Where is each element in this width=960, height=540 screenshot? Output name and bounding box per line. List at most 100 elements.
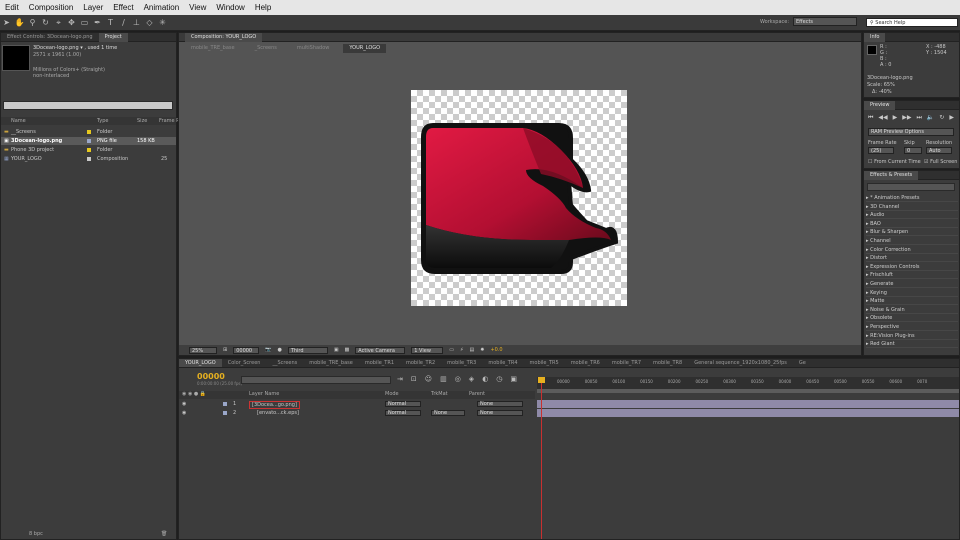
header-mode[interactable]: Mode (385, 391, 399, 397)
exposure-icon[interactable]: ✹ (480, 347, 484, 353)
full-screen-checkbox[interactable]: ☑ Full Screen (924, 159, 957, 165)
toggle-pixel-icon[interactable]: ▭ (449, 347, 454, 353)
project-search-input[interactable] (3, 101, 173, 110)
list-item[interactable]: ▬ Phone 3D project Folder (1, 146, 176, 154)
roi-icon[interactable]: ▣ (334, 347, 339, 353)
layer-name[interactable]: [3Docea...go.png] (249, 401, 300, 409)
timeline-search-input[interactable] (241, 376, 391, 384)
timeline-tab[interactable]: mobile_TR5 (524, 359, 565, 367)
flow-item-current[interactable]: YOUR_LOGO (343, 44, 387, 53)
timeline-tab[interactable]: mobile_TR1 (359, 359, 400, 367)
timeline-tab[interactable]: YOUR_LOGO (179, 359, 222, 367)
list-item[interactable]: ▬ __Screens Folder (1, 128, 176, 136)
camera-dropdown[interactable]: Active Camera (355, 346, 406, 354)
effects-category-item[interactable]: ▸ Color Correction (866, 246, 958, 254)
snapshot-icon[interactable]: 📷 (265, 347, 271, 353)
menu-view[interactable]: View (184, 3, 211, 12)
effects-category-item[interactable]: ▸ Blur & Sharpen (866, 228, 958, 237)
layer-mode-dropdown[interactable]: Normal (385, 410, 421, 416)
timeline-tab[interactable]: mobile_TR6 (565, 359, 606, 367)
eye-icon[interactable]: ◉ (182, 409, 186, 417)
clone-tool-icon[interactable]: ⊥ (131, 17, 142, 28)
last-frame-icon[interactable]: ⏭ (917, 114, 922, 122)
rotate-tool-icon[interactable]: ↻ (40, 17, 51, 28)
menu-animation[interactable]: Animation (139, 3, 185, 12)
current-time-field[interactable]: 00000 (233, 346, 260, 354)
selection-tool-icon[interactable]: ➤ (1, 17, 12, 28)
comp-mini-flowchart-icon[interactable]: ⇥ (397, 375, 403, 383)
fast-preview-icon[interactable]: ⚡ (460, 347, 464, 353)
table-row[interactable]: ◉ 2 [envato...ck.eps] Normal None None (179, 409, 535, 417)
timeline-tab[interactable]: __Screens (266, 359, 303, 367)
zoom-tool-icon[interactable]: ⚲ (27, 17, 38, 28)
frame-rate-dropdown[interactable]: (25) (868, 147, 894, 154)
effects-category-item[interactable]: ▸ 3D Channel (866, 203, 958, 211)
mute-icon[interactable]: 🔈 (927, 114, 934, 122)
current-time-indicator[interactable] (541, 377, 542, 539)
layer-bar[interactable] (537, 400, 959, 408)
effects-category-item[interactable]: ▸ Perspective (866, 323, 958, 331)
table-row[interactable]: ◉ 1 [3Docea...go.png] Normal None (179, 400, 535, 409)
menu-edit[interactable]: Edit (0, 3, 24, 12)
flow-item[interactable]: multiShadow (291, 44, 336, 53)
puppet-tool-icon[interactable]: ✳ (157, 17, 168, 28)
ram-preview-options[interactable]: RAM Preview Options (868, 128, 954, 136)
timeline-tab[interactable]: mobile_TRE_base (303, 359, 359, 367)
magnification-dropdown[interactable]: 25% (189, 346, 217, 354)
effects-category-item[interactable]: ▸ Matte (866, 297, 958, 306)
header-name[interactable]: Name (11, 117, 26, 125)
timeline-tab[interactable]: Ge (793, 359, 812, 367)
menu-composition[interactable]: Composition (24, 3, 78, 12)
tab-effects-presets[interactable]: Effects & Presets (864, 170, 919, 180)
effects-category-item[interactable]: ▸ BAO (866, 220, 958, 228)
tab-preview[interactable]: Preview (864, 100, 896, 110)
effects-category-item[interactable]: ▸ Expression Controls (866, 263, 958, 271)
list-item[interactable]: ▦ YOUR_LOGO Composition 25 (1, 155, 176, 163)
tab-info[interactable]: Info (864, 32, 886, 42)
layer-mode-dropdown[interactable]: Normal (385, 401, 421, 407)
composition-viewer[interactable] (411, 90, 627, 306)
rectangle-tool-icon[interactable]: ▭ (79, 17, 90, 28)
live-update-icon[interactable]: ▣ (510, 375, 517, 383)
brush-tool-icon[interactable]: ∕ (118, 17, 129, 28)
tab-project[interactable]: Project (98, 32, 128, 42)
layer-trkmat-dropdown[interactable]: None (431, 410, 465, 416)
brainstorm-icon[interactable]: ◈ (469, 375, 474, 383)
layer-parent-dropdown[interactable]: None (477, 401, 523, 407)
ram-preview-icon[interactable]: ▶ (949, 114, 954, 122)
work-area-bar[interactable] (537, 389, 959, 393)
transparency-grid-icon[interactable]: ▩ (345, 347, 350, 353)
grid-icon[interactable]: ⊞ (223, 347, 227, 353)
effects-category-item[interactable]: ▸ RE:Vision Plug-ins (866, 332, 958, 340)
menu-effect[interactable]: Effect (108, 3, 138, 12)
effects-category-item[interactable]: ▸ * Animation Presets (866, 194, 958, 202)
effects-category-item[interactable]: ▸ Frischluft (866, 271, 958, 280)
eraser-tool-icon[interactable]: ◇ (144, 17, 155, 28)
eye-icon[interactable]: ◉ (182, 400, 186, 408)
effects-category-item[interactable]: ▸ Obsolete (866, 314, 958, 323)
list-item[interactable]: ▣ 3Docean-logo.png PNG file 158 KB (1, 137, 176, 145)
camera-tool-icon[interactable]: ⌖ (53, 17, 64, 28)
header-parent[interactable]: Parent (469, 391, 485, 397)
view-layout-dropdown[interactable]: 1 View (411, 346, 444, 354)
time-ruler[interactable]: 00000 00050 00100 00150 00200 00250 00300 00350… (537, 377, 959, 389)
header-layer-name[interactable]: Layer Name (249, 391, 279, 397)
tab-effect-controls[interactable]: Effect Controls: 3Docean-logo.png (1, 33, 99, 42)
layer-name[interactable]: [envato...ck.eps] (257, 409, 299, 417)
resolution-dropdown[interactable]: Auto (926, 147, 952, 154)
loop-icon[interactable]: ↻ (939, 114, 944, 122)
search-help-input[interactable]: ⚲ Search Help (866, 18, 958, 27)
header-frame[interactable]: Frame R (159, 117, 180, 125)
timeline-tab[interactable]: mobile_TR4 (482, 359, 523, 367)
timeline-tab[interactable]: mobile_TR2 (400, 359, 441, 367)
cti-head-icon[interactable] (538, 377, 545, 383)
pen-tool-icon[interactable]: ✒ (92, 17, 103, 28)
timeline-tab[interactable]: Color_Screen (222, 359, 267, 367)
effects-category-item[interactable]: ▸ Noise & Grain (866, 306, 958, 314)
timeline-tab[interactable]: General sequence_1920x1080_25fps (688, 359, 793, 367)
hand-tool-icon[interactable]: ✋ (14, 17, 25, 28)
pan-behind-tool-icon[interactable]: ✥ (66, 17, 77, 28)
flow-item[interactable]: mobile_TRE_base (185, 44, 241, 53)
flow-item[interactable]: _Screens (249, 44, 283, 53)
layer-bar[interactable] (537, 409, 959, 417)
